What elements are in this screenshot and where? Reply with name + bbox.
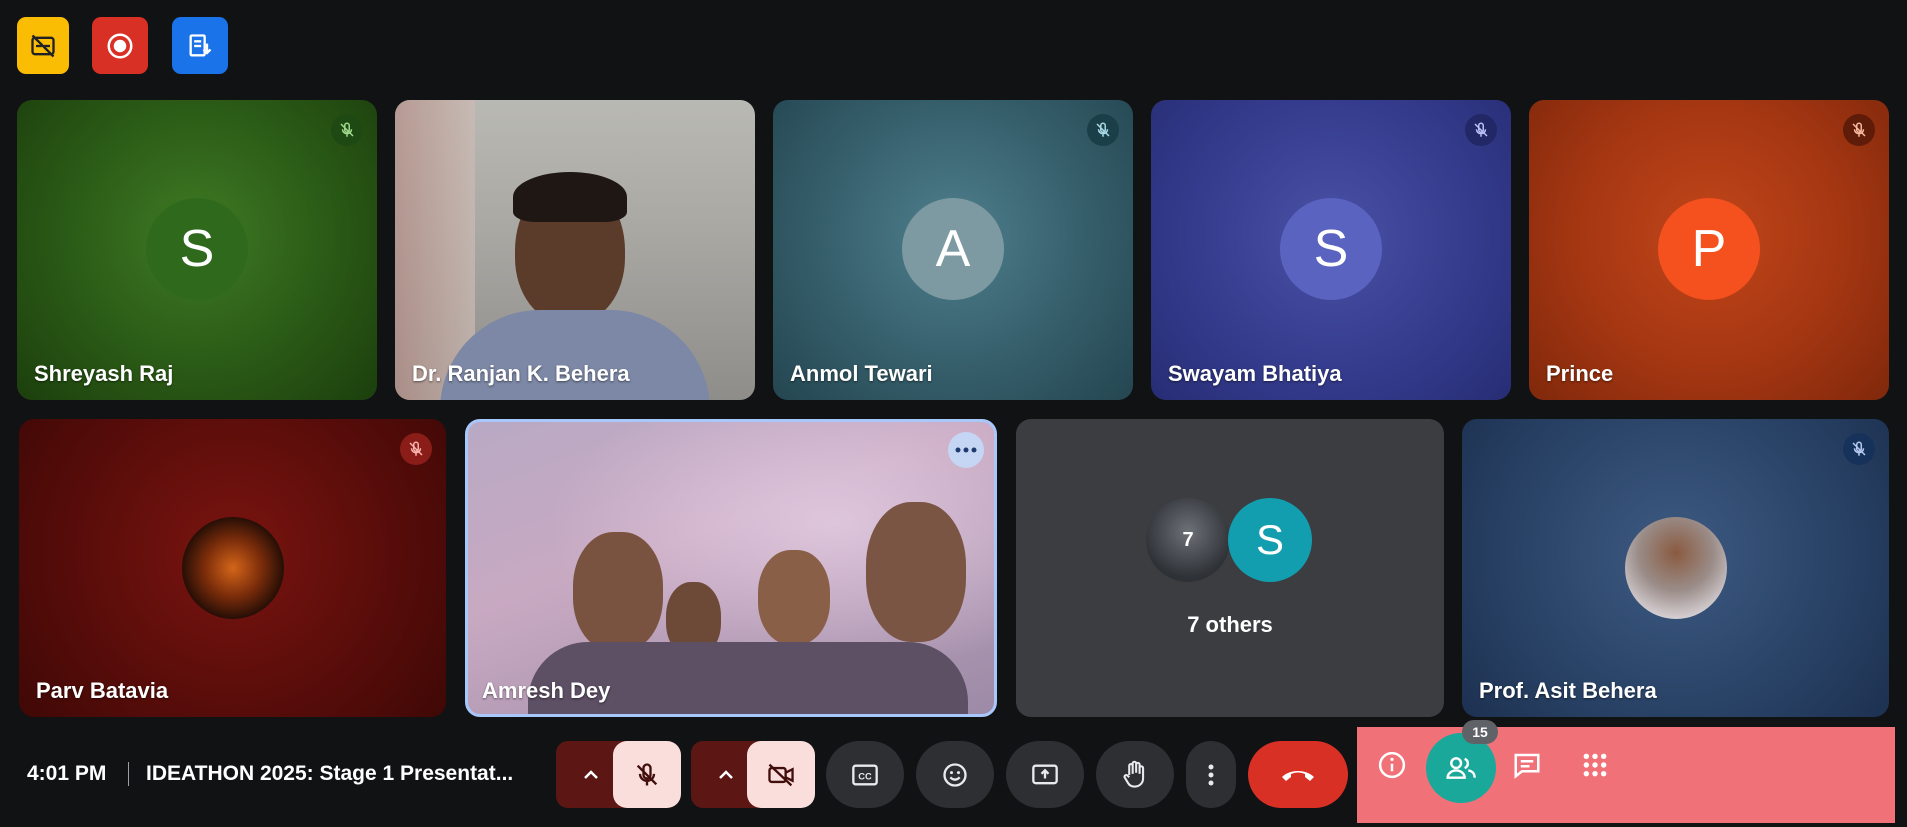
participant-name: Prof. Asit Behera [1479,678,1657,703]
participant-tile-prof-asit-behera[interactable]: Prof. Asit Behera [1462,419,1889,717]
chat-button[interactable] [1504,733,1550,797]
mic-off-icon [1087,114,1119,146]
participant-name: Parv Batavia [36,678,169,703]
meeting-title: IDEATHON 2025: Stage 1 Presentat... [146,762,514,785]
closed-captions-icon: CC [852,764,878,785]
hand-icon [1123,760,1145,788]
recording-badge[interactable] [92,17,148,74]
chat-icon [1514,753,1540,779]
participant-tile-dr-ranjan-behera[interactable]: Dr. Ranjan K. Behera [395,100,755,400]
participant-count-badge: 15 [1462,720,1498,744]
participant-tile-shreyash-raj[interactable]: S Shreyash Raj [17,100,377,400]
activities-button[interactable] [1572,733,1618,797]
participant-tile-prince[interactable]: P Prince [1529,100,1889,400]
chevron-up-icon [584,769,598,779]
divider [128,762,129,786]
raise-hand-button[interactable] [1096,741,1174,808]
mic-off-icon [636,762,658,785]
more-horizontal-icon [955,447,977,453]
person-hair [513,172,627,222]
participant-name: Amresh Dey [482,678,611,703]
people-icon [1446,757,1476,779]
avatar: 7 [1146,498,1230,582]
more-options-button[interactable] [1186,741,1236,808]
participant-tile-anmol-tewari[interactable]: A Anmol Tewari [773,100,1133,400]
avatar: S [146,198,248,300]
present-to-all-icon [1032,764,1058,784]
mic-off-icon [1465,114,1497,146]
mic-off-icon [400,433,432,465]
participant-name: Anmol Tewari [790,361,933,386]
present-screen-button[interactable] [1006,741,1084,808]
svg-text:CC: CC [858,771,872,781]
avatar: S [1228,498,1312,582]
reactions-button[interactable] [916,741,994,808]
recording-icon [107,33,133,58]
avatar [182,517,284,619]
participant-name: Dr. Ranjan K. Behera [412,361,630,386]
mic-off-icon [1843,114,1875,146]
transcript-icon [189,33,212,56]
mic-off-icon [331,114,363,146]
captions-button[interactable]: CC [826,741,904,808]
apps-grid-icon [1583,753,1607,777]
participant-name: Shreyash Raj [34,361,174,386]
avatar: A [902,198,1004,300]
microphone-toggle-button[interactable] [613,741,681,808]
mic-off-icon [1843,433,1875,465]
camera-toggle-button[interactable] [747,741,815,808]
meeting-details-button[interactable] [1369,733,1415,797]
avatar: S [1280,198,1382,300]
participant-tile-amresh-dey[interactable]: Amresh Dey [465,419,997,717]
captions-off-badge[interactable] [17,17,69,74]
leave-call-button[interactable] [1248,741,1348,808]
captions-off-icon [31,34,55,57]
call-end-icon [1282,770,1314,781]
meeting-time: 4:01 PM [27,762,107,785]
chevron-up-icon [719,769,733,779]
avatar [1625,517,1727,619]
emoji-icon [943,762,967,787]
more-vertical-icon [1208,764,1214,785]
transcript-badge[interactable] [172,17,228,74]
participant-tile-swayam-bhatiya[interactable]: S Swayam Bhatiya [1151,100,1511,400]
more-options-button[interactable] [948,432,984,468]
person-head [758,550,830,645]
person-head [573,532,663,652]
participant-name: Prince [1546,361,1614,386]
participant-name: Swayam Bhatiya [1168,361,1342,386]
person-head [866,502,966,642]
participant-tile-parv-batavia[interactable]: Parv Batavia [19,419,446,717]
info-icon [1378,751,1406,779]
camera-off-icon [768,763,794,786]
avatar: P [1658,198,1760,300]
others-label: 7 others [1187,612,1273,637]
participant-tile-others[interactable]: 7 S 7 others [1016,419,1444,717]
